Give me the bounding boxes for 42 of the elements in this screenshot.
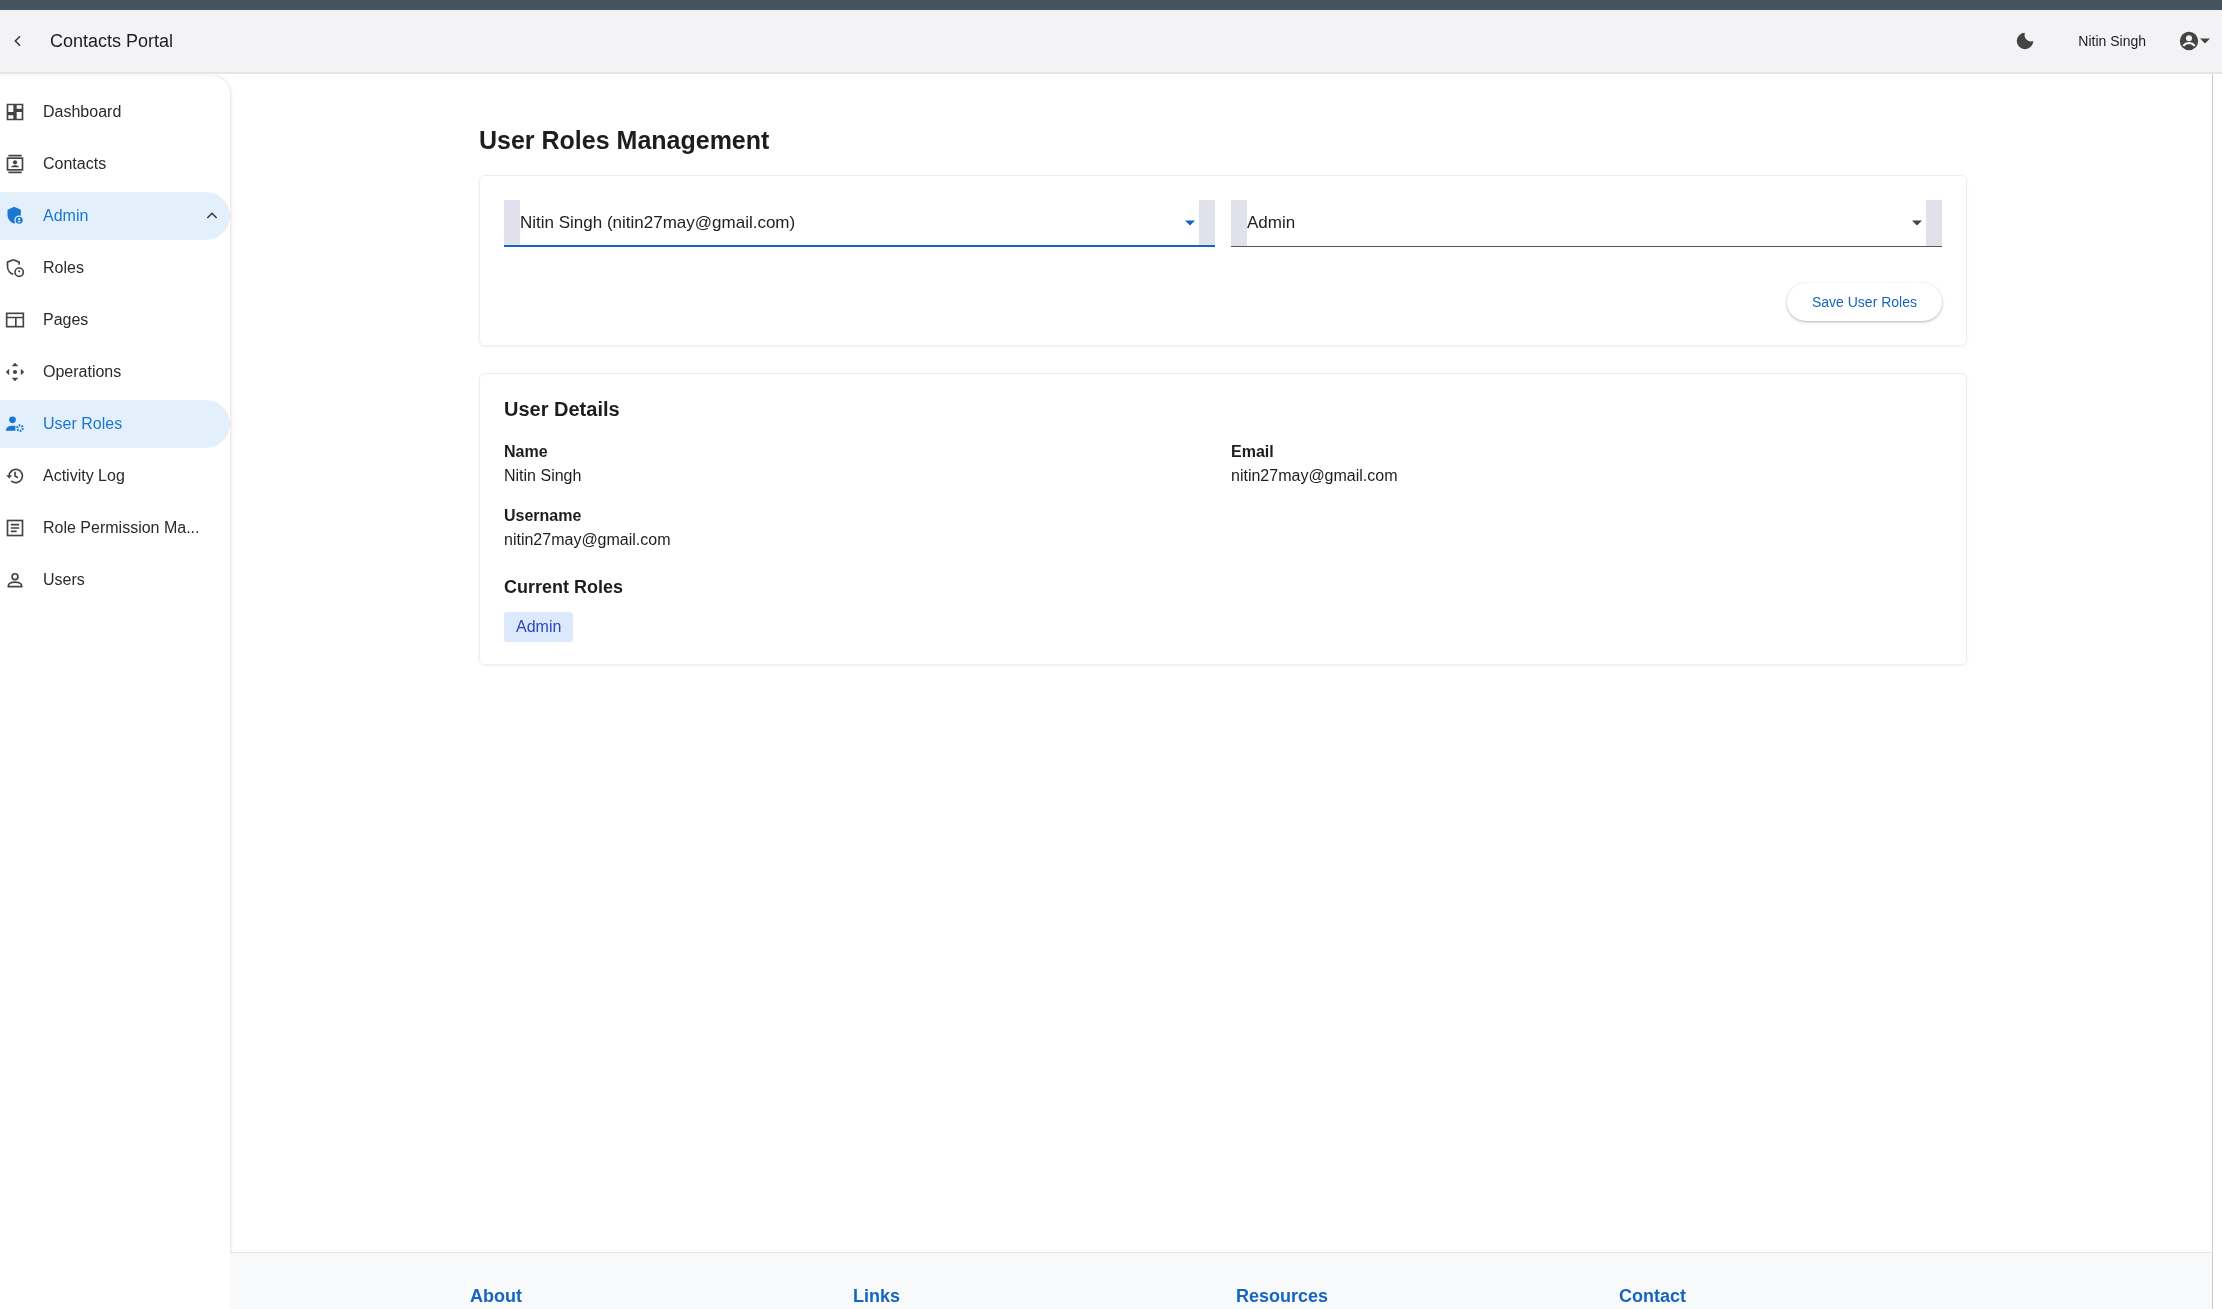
dropdown-field[interactable]: Admin xyxy=(1231,200,1942,247)
person-outline-icon xyxy=(5,570,25,590)
dashboard-icon xyxy=(5,102,25,122)
sidebar-item[interactable]: Admin xyxy=(0,192,230,240)
role-chip: Admin xyxy=(504,612,574,642)
user-name: Nitin Singh xyxy=(2078,33,2146,49)
account-circle-icon xyxy=(2178,30,2200,52)
sidebar-item[interactable]: Users xyxy=(0,556,230,604)
person-gear-icon xyxy=(5,414,25,434)
section-title: User Details xyxy=(504,398,621,421)
sidebar-item[interactable]: Role Permission Ma... xyxy=(0,504,230,552)
footer-heading: About xyxy=(470,1286,522,1306)
sidebar-item[interactable]: User Roles xyxy=(0,400,230,448)
field-value: nitin27may@gmail.com xyxy=(504,531,672,549)
page-layout-icon xyxy=(5,310,25,330)
field-label: Username xyxy=(504,507,583,525)
sidebar-item[interactable]: Activity Log xyxy=(0,452,230,500)
sidebar-item[interactable]: Roles xyxy=(0,244,230,292)
footer-heading: Links xyxy=(853,1286,900,1306)
section-title: Current Roles xyxy=(504,577,625,598)
field-label: Name xyxy=(504,443,549,461)
sidebar-item[interactable]: Operations xyxy=(0,348,230,396)
footer-heading: Resources xyxy=(1236,1286,1329,1306)
contact-card-icon xyxy=(5,154,25,174)
shield-person-outline-icon xyxy=(5,258,25,278)
sidebar-item[interactable]: Dashboard xyxy=(0,88,230,136)
app-title: Contacts Portal xyxy=(50,30,175,52)
dropdown-field[interactable]: Nitin Singh (nitin27may@gmail.com) xyxy=(504,200,1215,247)
document-list-icon xyxy=(5,518,25,538)
sidebar-item[interactable]: Contacts xyxy=(0,140,230,188)
sidebar-item[interactable]: Pages xyxy=(0,296,230,344)
field-label: Email xyxy=(1231,443,1275,461)
field-value: nitin27may@gmail.com xyxy=(1231,467,1399,485)
save-user-roles-button[interactable]: Save User Roles xyxy=(1786,283,1942,321)
page-title: User Roles Management xyxy=(479,126,771,155)
shield-person-icon xyxy=(5,206,25,226)
caret-icon xyxy=(1912,218,1922,228)
history-icon xyxy=(5,466,25,486)
caret-icon xyxy=(2200,36,2210,46)
move-arrows-icon xyxy=(5,362,25,382)
footer-heading: Contact xyxy=(1619,1286,1686,1306)
field-value: Nitin Singh xyxy=(504,467,583,485)
